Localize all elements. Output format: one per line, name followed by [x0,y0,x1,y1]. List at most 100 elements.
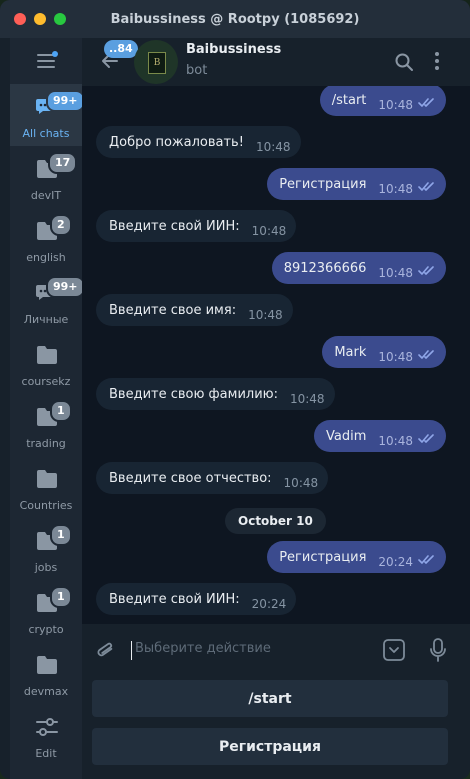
message-time: 10:48 [251,223,287,238]
folder-icon: 1 [26,400,72,436]
message-time: 10:48 [378,181,413,196]
folder-label: devmax [23,685,69,698]
minimize-window-button[interactable] [34,13,46,25]
sidebar-folder-личные[interactable]: 99+ Личные [10,270,85,332]
folder-icon [26,648,66,684]
message-text: Регистрация [279,176,367,192]
message-time: 10:48 [378,349,413,364]
double-check-icon [418,97,436,112]
message-time: 20:24 [251,596,287,611]
message-text: Регистрация [279,549,367,565]
keyboard-button-start[interactable]: /start [92,680,448,717]
message-time: 20:24 [378,554,413,569]
folder-label: All chats [22,127,70,140]
message-composer: Выберите действие [82,624,470,676]
message-text: Добро пожаловать! [109,134,244,150]
message-time: 10:48 [378,97,413,112]
message-text: 8912366666 [283,260,367,276]
message-list[interactable]: October 10 /start 10:48 Добро пожаловать! 1… [82,86,470,624]
folders-sidebar: 99+ All chats 17 devIT 2 english 99+ Личные cour… [10,38,85,779]
chat-header: ..84 B Baibussiness bot [82,38,470,86]
keyboard-button-registration[interactable]: Регистрация [92,728,448,765]
more-vertical-icon [435,52,439,70]
sidebar-folder-coursekz[interactable]: coursekz [10,332,82,394]
message-input[interactable]: Выберите действие [135,641,271,656]
double-check-icon [418,433,436,448]
unread-badge: 1 [50,524,72,546]
unread-badge: 1 [50,586,72,608]
bot-keyboard-toggle[interactable] [382,638,406,666]
chat-status: bot [186,63,208,78]
chat-bubbles-icon: 99+ [26,90,85,126]
microphone-icon [430,638,446,662]
sidebar-folder-countries[interactable]: Countries [10,456,82,518]
message-text: /start [331,92,367,108]
double-check-icon [418,554,436,569]
folder-icon [26,338,66,374]
unread-badge: 2 [50,214,72,236]
notification-dot [52,51,58,57]
bot-reply-keyboard: /start Регистрация [82,676,470,779]
incoming-message[interactable]: Добро пожаловать! 10:48 [96,126,301,158]
outgoing-message[interactable]: /start 10:48 [319,86,446,116]
incoming-message[interactable]: Введите свое отчество: 10:48 [96,462,329,494]
maximize-window-button[interactable] [54,13,66,25]
paperclip-icon [97,642,113,657]
folder-icon: 17 [26,152,78,188]
chat-avatar[interactable]: B [134,40,178,84]
voice-message-button[interactable] [428,637,448,667]
hamburger-menu-icon [37,51,58,68]
incoming-message[interactable]: Введите свой ИИН: 10:48 [96,210,297,242]
sidebar-folder-english[interactable]: 2 english [10,208,82,270]
window-controls [14,13,66,25]
folder-icon [26,462,66,498]
folder-icon: 1 [26,524,72,560]
text-cursor [131,641,132,660]
folder-icon: 2 [26,214,72,250]
sidebar-folder-devit[interactable]: 17 devIT [10,146,82,208]
message-time: 10:48 [289,391,325,406]
folder-label: Edit [35,747,57,760]
keyboard-chevron-icon [383,639,405,661]
sidebar-folder-trading[interactable]: 1 trading [10,394,82,456]
search-button[interactable] [394,52,414,76]
message-time: 10:48 [378,433,413,448]
folder-label: trading [26,437,66,450]
chat-title[interactable]: Baibussiness [186,42,281,57]
folder-label: devIT [30,189,62,202]
outgoing-message[interactable]: Mark 10:48 [322,336,446,368]
outgoing-message[interactable]: Vadim 10:48 [314,420,446,452]
message-text: Vadim [326,428,367,444]
message-time: 10:48 [283,475,319,490]
chat-bubbles-icon: 99+ [26,276,85,312]
more-options-button[interactable] [433,51,441,75]
search-icon [395,53,413,71]
outgoing-message[interactable]: Регистрация 10:48 [267,168,446,200]
sidebar-folder-devmax[interactable]: devmax [10,642,82,704]
folder-label: jobs [34,561,58,574]
message-text: Введите свое отчество: [109,470,272,486]
folder-label: crypto [28,623,64,636]
incoming-message[interactable]: Введите свою фамилию: 10:48 [96,378,335,410]
unread-badge: 1 [50,400,72,422]
unread-badge: 17 [48,152,78,174]
folder-icon: 1 [26,586,72,622]
unread-count-badge: ..84 [104,40,138,58]
sidebar-folder-crypto[interactable]: 1 crypto [10,580,82,642]
incoming-message[interactable]: Введите свой ИИН: 20:24 [96,583,297,615]
close-window-button[interactable] [14,13,26,25]
sidebar-folder-edit[interactable]: Edit [10,704,82,766]
message-time: 10:48 [255,139,291,154]
attach-button[interactable] [95,639,117,667]
sidebar-folder-all-chats[interactable]: 99+ All chats [10,84,85,146]
main-menu-button[interactable] [10,38,82,84]
sidebar-folder-jobs[interactable]: 1 jobs [10,518,82,580]
title-bar: Baibussiness @ Rootpy (1085692) [0,0,470,38]
message-time: 10:48 [378,265,413,280]
incoming-message[interactable]: Введите свое имя: 10:48 [96,294,293,326]
outgoing-message[interactable]: 8912366666 10:48 [271,252,446,284]
window-title: Baibussiness @ Rootpy (1085692) [110,11,360,27]
message-text: Введите свое имя: [109,302,237,318]
outgoing-message[interactable]: Регистрация 20:24 [267,541,446,573]
double-check-icon [418,181,436,196]
